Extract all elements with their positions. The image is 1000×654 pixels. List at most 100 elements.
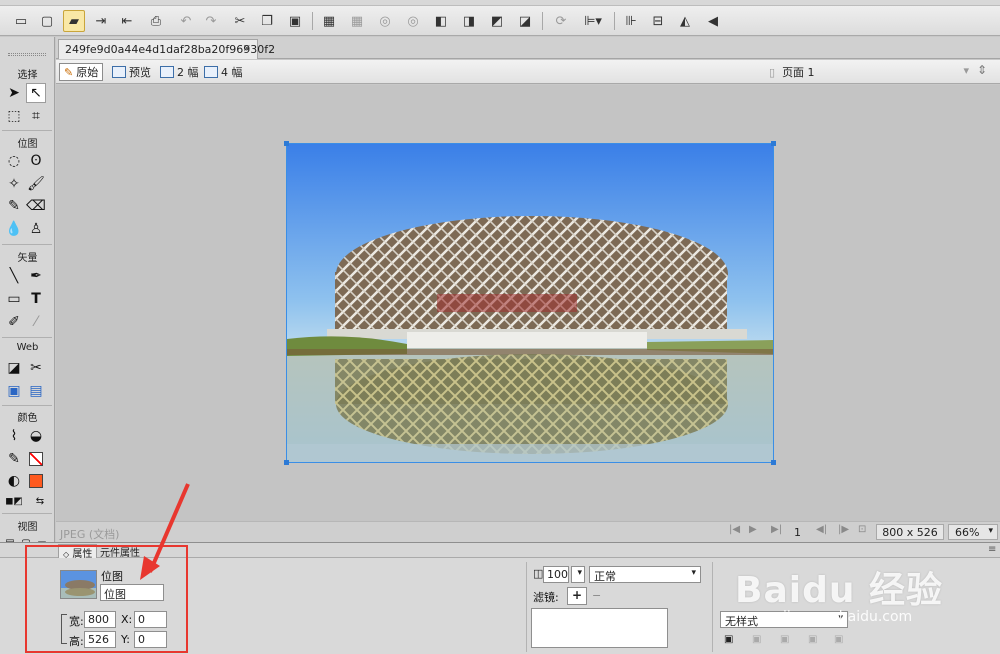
print-icon[interactable]: ⎙ <box>145 10 167 32</box>
prev-frame-icon[interactable]: ◀| <box>816 524 827 535</box>
view-preview-button[interactable]: 预览 <box>108 63 155 81</box>
undo-icon[interactable]: ↶ <box>175 10 197 32</box>
zoom-select[interactable]: 66% ▾ <box>948 524 998 540</box>
import-icon[interactable]: ⇥ <box>90 10 112 32</box>
page-icon: ▯ <box>769 66 776 79</box>
new-icon[interactable]: ▭ <box>10 10 32 32</box>
first-page-icon[interactable]: |◀ <box>729 524 740 535</box>
hotspot-tool-icon[interactable]: ◪ <box>4 358 24 378</box>
rotate-icon[interactable]: ⟳ <box>550 10 572 32</box>
freeform-tool-icon[interactable]: ✐ <box>4 312 24 332</box>
section-color-label: 颜色 <box>17 413 38 424</box>
subselect-tool-icon[interactable]: ↖ <box>26 83 46 103</box>
save-icon[interactable]: ▢ <box>36 10 58 32</box>
stroke-color-icon[interactable]: ✎ <box>4 449 24 469</box>
rectangle-tool-icon[interactable]: ▭ <box>4 289 24 309</box>
stroke-color-swatch[interactable] <box>26 449 46 469</box>
image-size-display[interactable]: 800 x 526 <box>876 524 944 540</box>
selection-handle[interactable] <box>284 460 289 465</box>
section-bitmap-label: 位图 <box>17 139 38 150</box>
selection-handle[interactable] <box>771 460 776 465</box>
marquee-tool-icon[interactable]: ◌ <box>4 151 24 171</box>
pointer-tool-icon[interactable]: ➤ <box>4 83 24 103</box>
open-icon[interactable]: ▰ <box>63 10 85 32</box>
bitmap-image[interactable] <box>286 143 774 463</box>
magic-wand-icon[interactable]: ✧ <box>4 174 24 194</box>
more-icon[interactable]: ◀ <box>702 10 724 32</box>
blend-mode-select[interactable]: 正常 ▾ <box>589 566 701 583</box>
cut-icon[interactable]: ✂ <box>229 10 251 32</box>
triangle-flip-icon[interactable]: ◭ <box>674 10 696 32</box>
page-options-icon[interactable]: ⇕ <box>977 63 987 77</box>
blur-tool-icon[interactable]: 💧 <box>4 219 24 239</box>
filter-list[interactable] <box>531 608 668 648</box>
two-up-icon <box>160 66 174 78</box>
flip-horizontal-icon[interactable]: ⊪ <box>620 10 642 32</box>
export-icon[interactable]: ⇤ <box>116 10 138 32</box>
line-tool-icon[interactable]: ╲ <box>4 266 24 286</box>
text-tool-icon[interactable]: T <box>26 289 46 309</box>
selection-handle[interactable] <box>284 141 289 146</box>
scale-tool-icon[interactable]: ⬚ <box>4 106 24 126</box>
opacity-field[interactable]: 100 <box>543 566 569 583</box>
section-vector-label: 矢量 <box>17 253 38 264</box>
send-back-icon[interactable]: ◨ <box>458 10 480 32</box>
view-2up-button[interactable]: 2 幅 <box>156 63 203 81</box>
fill-color-swatch[interactable] <box>26 471 46 491</box>
watermark-brand: Baidu 经验 <box>735 570 944 611</box>
opacity-icon: ◫ <box>533 567 544 580</box>
slice-tool-icon[interactable]: ✂ <box>26 358 46 378</box>
redo-icon[interactable]: ↷ <box>200 10 222 32</box>
section-view-label: 视图 <box>17 522 38 533</box>
fill-color-icon[interactable]: ◐ <box>4 471 24 491</box>
knife-tool-icon[interactable]: ⁄ <box>26 312 46 332</box>
distribute-icon[interactable]: ◪ <box>514 10 536 32</box>
pen-tool-icon[interactable]: ✒ <box>26 266 46 286</box>
selection-handle[interactable] <box>771 141 776 146</box>
play-icon[interactable]: ▶ <box>749 524 757 535</box>
combine-icon[interactable]: ◩ <box>486 10 508 32</box>
stop-icon[interactable]: ⊡ <box>858 524 866 535</box>
panel-grip[interactable] <box>8 53 46 56</box>
stadium-photo <box>287 144 773 462</box>
copy-icon[interactable]: ❐ <box>256 10 278 32</box>
pencil-tool-icon[interactable]: ✎ <box>4 196 24 216</box>
show-slices-icon[interactable]: ▤ <box>26 381 46 401</box>
last-page-icon[interactable]: ▶| <box>771 524 782 535</box>
bring-front-icon[interactable]: ◧ <box>430 10 452 32</box>
hide-slices-icon[interactable]: ▣ <box>4 381 24 401</box>
pencil-icon: ✎ <box>64 65 74 79</box>
page-select[interactable]: ▯ 页面 1 ▾ <box>763 63 971 81</box>
swap-colors-icon[interactable]: ⇆ <box>30 491 50 511</box>
lasso-tool-icon[interactable]: ʘ <box>26 151 46 171</box>
preview-icon <box>112 66 126 78</box>
add-filter-button[interactable]: + <box>567 587 587 605</box>
view-original-button[interactable]: ✎ 原始 <box>59 63 104 81</box>
new-style-icon[interactable]: ▣ <box>724 634 733 645</box>
crop-tool-icon[interactable]: ⌗ <box>26 106 46 126</box>
default-colors-icon[interactable]: ◼◩ <box>4 491 24 511</box>
split-icon[interactable]: ◎ <box>402 10 424 32</box>
section-select-label: 选择 <box>17 70 38 81</box>
eraser-tool-icon[interactable]: ⌫ <box>26 196 46 216</box>
section-web-label: Web <box>16 342 39 353</box>
paste-icon[interactable]: ▣ <box>284 10 306 32</box>
page-number: 1 <box>794 526 801 539</box>
join-icon[interactable]: ◎ <box>374 10 396 32</box>
view-4up-button[interactable]: 4 幅 <box>200 63 247 81</box>
document-tab[interactable]: 249fe9d0a44e4d1daf28ba20f96930f2 × <box>58 39 275 59</box>
filter-label: 滤镜: <box>533 591 559 604</box>
close-icon[interactable]: × <box>243 43 251 54</box>
annotation-arrow <box>140 483 190 580</box>
ungroup-icon[interactable]: ▦ <box>346 10 368 32</box>
group-icon[interactable]: ▦ <box>318 10 340 32</box>
stamp-tool-icon[interactable]: ♙ <box>26 219 46 239</box>
align-icon[interactable]: ⊫▾ <box>578 10 608 32</box>
opacity-dropdown[interactable]: ▾ <box>571 566 585 583</box>
eyedropper-tool-icon[interactable]: ⌇ <box>4 426 24 446</box>
remove-filter-icon[interactable]: − <box>592 589 601 602</box>
next-frame-icon[interactable]: |▶ <box>838 524 849 535</box>
brush-tool-icon[interactable]: 🖌 <box>26 174 46 194</box>
paint-bucket-icon[interactable]: ◒ <box>26 426 46 446</box>
flip-vertical-icon[interactable]: ⊟ <box>647 10 669 32</box>
